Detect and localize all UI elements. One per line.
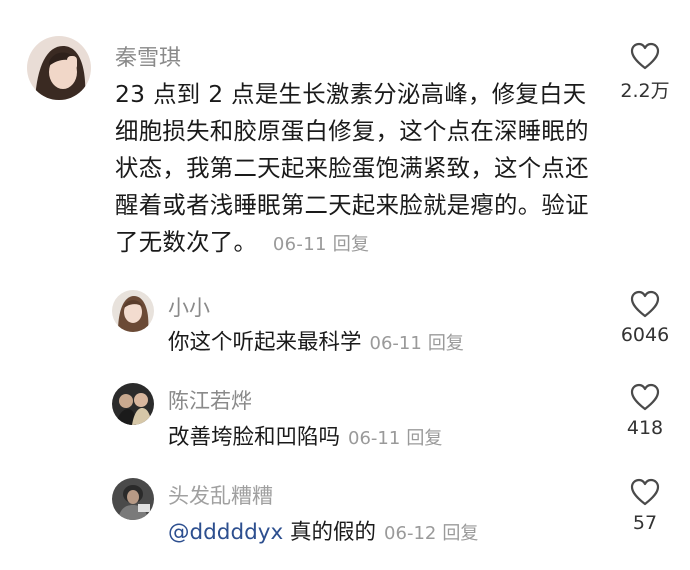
user-avatar[interactable] [112,383,154,425]
reply-meta: 06-12 回复 [384,523,478,544]
reply-button[interactable]: 回复 [428,333,464,354]
heart-outline-icon [630,383,660,411]
avatar-photo-icon [112,290,154,332]
comment-date: 06-11 [272,234,327,255]
mention-link[interactable]: @dddddyx [168,520,283,545]
like-count: 2.2万 [620,80,670,102]
reply-item: 小小 你这个听起来最科学 06-11 回复 6046 [0,280,690,370]
reply-item: 陈江若烨 改善垮脸和凹陷吗 06-11 回复 418 [0,375,690,465]
avatar-photo-icon [27,36,91,100]
like-count: 6046 [620,324,670,346]
like-count: 57 [632,512,658,534]
reply-meta: 06-11 回复 [370,333,464,354]
reply-date: 06-11 [369,333,422,354]
user-avatar[interactable] [112,478,154,520]
comment-text-block: 23 点到 2 点是生长激素分泌高峰，修复白天细胞损失和胶原蛋白修复，这个点在深… [115,76,593,263]
heart-outline-icon [630,290,660,318]
user-avatar[interactable] [27,36,91,100]
comment-item: 秦雪琪 23 点到 2 点是生长激素分泌高峰，修复白天细胞损失和胶原蛋白修复，这… [0,0,690,270]
comment-username[interactable]: 秦雪琪 [115,40,181,72]
reply-text-block: 你这个听起来最科学 06-11 回复 [168,328,464,359]
like-button[interactable]: 6046 [605,290,685,346]
reply-text-block: 改善垮脸和凹陷吗 06-11 回复 [168,423,442,454]
avatar-photo-icon [112,478,154,520]
like-count: 418 [626,417,664,439]
like-button[interactable]: 2.2万 [605,42,685,103]
reply-text: 你这个听起来最科学 [168,330,362,355]
reply-button[interactable]: 回复 [333,234,370,255]
reply-username[interactable]: 陈江若烨 [168,385,252,415]
like-button[interactable]: 57 [605,478,685,534]
reply-text: 改善垮脸和凹陷吗 [168,425,341,450]
user-avatar[interactable] [112,290,154,332]
comment-text: 23 点到 2 点是生长激素分泌高峰，修复白天细胞损失和胶原蛋白修复，这个点在深… [115,80,589,256]
comment-meta: 06-11 回复 [273,234,369,255]
heart-outline-icon [630,478,660,506]
reply-item: 头发乱糟糟 @dddddyx 真的假的 06-12 回复 57 [0,470,690,570]
reply-text-block: @dddddyx 真的假的 06-12 回复 [168,518,478,549]
reply-button[interactable]: 回复 [406,428,442,449]
reply-meta: 06-11 回复 [348,428,442,449]
reply-date: 06-11 [348,428,401,449]
avatar-photo-icon [112,383,154,425]
reply-date: 06-12 [384,523,437,544]
heart-outline-icon [630,42,660,70]
reply-username[interactable]: 头发乱糟糟 [168,480,273,510]
like-button[interactable]: 418 [605,383,685,439]
reply-button[interactable]: 回复 [442,523,478,544]
reply-username[interactable]: 小小 [168,292,210,322]
reply-text: 真的假的 [290,520,377,545]
